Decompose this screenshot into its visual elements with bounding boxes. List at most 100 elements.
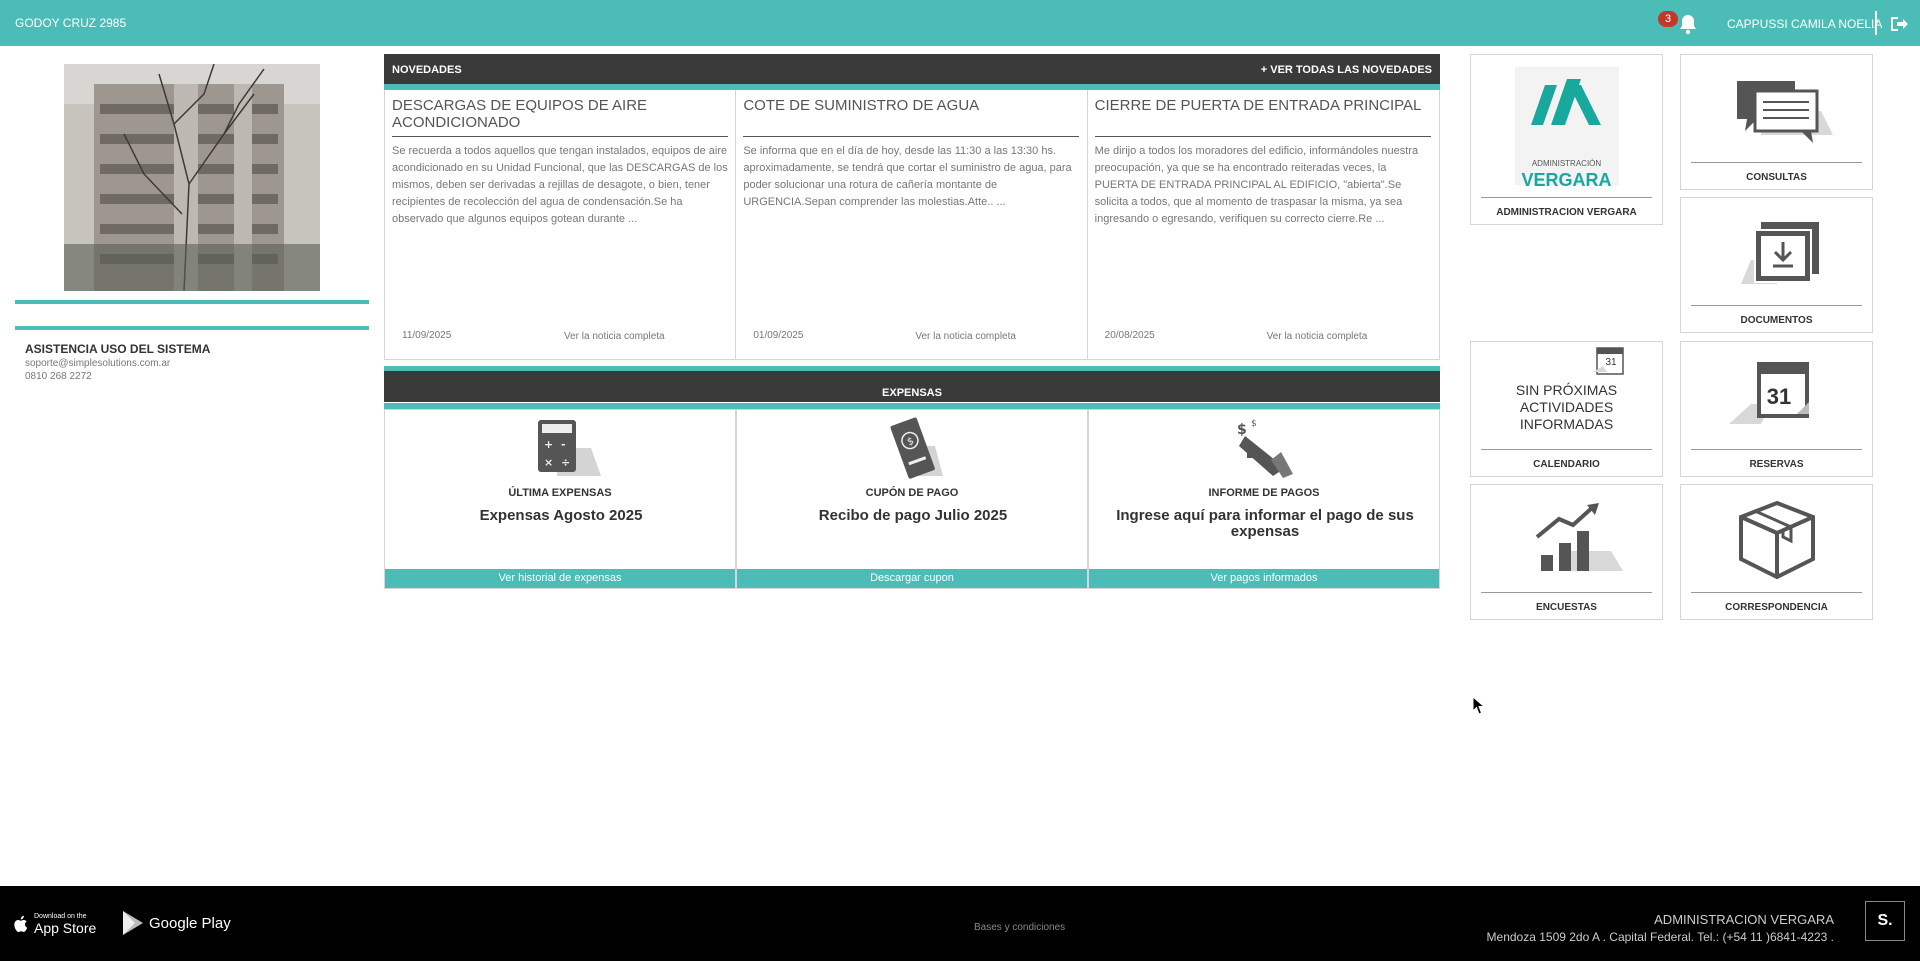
footer-admin-address: Mendoza 1509 2do A . Capital Federal. Te…: [1486, 930, 1834, 944]
svg-text:$: $: [1251, 419, 1257, 429]
google-play-text: Google Play: [149, 914, 231, 932]
coupon-label: CUPÓN DE PAGO: [865, 487, 959, 499]
tile-label-calendario: CALENDARIO: [1533, 459, 1600, 470]
box-icon: [1739, 500, 1815, 580]
coupon-value[interactable]: Recibo de pago Julio 2025: [757, 508, 1069, 524]
building-name: GODOY CRUZ 2985: [15, 16, 127, 30]
tile-divider: [1481, 592, 1652, 593]
tile-label-documentos: DOCUMENTOS: [1740, 315, 1813, 326]
svg-text:÷: ÷: [561, 456, 570, 469]
news-title[interactable]: CIERRE DE PUERTA DE ENTRADA PRINCIPAL: [1095, 97, 1431, 114]
app-store-badge[interactable]: Download on the App Store: [14, 913, 96, 935]
news-date: 01/09/2025: [753, 330, 804, 341]
logout-icon[interactable]: [1889, 15, 1909, 33]
admin-logo-name: VERGARA: [1521, 170, 1612, 190]
chat-icon: [1737, 81, 1833, 143]
user-name[interactable]: CAPPUSSI CAMILA NOELIA: [1727, 17, 1882, 31]
news-read-more-link[interactable]: Ver la noticia completa: [915, 331, 1016, 342]
tile-correspondencia[interactable]: CORRESPONDENCIA: [1680, 484, 1873, 620]
support-email[interactable]: soporte@simplesolutions.com.ar: [25, 358, 170, 369]
novedades-header: NOVEDADES + VER TODAS LAS NOVEDADES: [384, 54, 1440, 84]
view-payments-button[interactable]: Ver pagos informados: [1089, 569, 1439, 588]
topbar-divider: [1875, 11, 1877, 35]
megaphone-icon: $ $: [1237, 419, 1293, 478]
calendar-day: 31: [1605, 357, 1617, 368]
tile-label-reservas: RESERVAS: [1749, 459, 1804, 470]
calendar-empty-text: SIN PRÓXIMAS ACTIVIDADES INFORMADAS: [1515, 382, 1618, 432]
reservas-day: 31: [1766, 384, 1792, 409]
support-title: ASISTENCIA USO DEL SISTEMA: [25, 342, 211, 356]
calculator-icon: + - × ÷: [538, 420, 601, 476]
tile-label-encuestas: ENCUESTAS: [1536, 602, 1597, 613]
tile-label-consultas: CONSULTAS: [1746, 172, 1807, 183]
tile-divider: [1691, 592, 1862, 593]
svg-text:×: ×: [544, 456, 553, 469]
novedades-title: NOVEDADES: [392, 64, 462, 76]
tile-divider: [1481, 449, 1652, 450]
left-divider-bottom: [15, 326, 369, 330]
news-divider: [1094, 136, 1431, 137]
tile-divider: [1691, 162, 1862, 163]
news-date: 11/09/2025: [402, 330, 452, 341]
download-coupon-button[interactable]: Descargar cupon: [737, 569, 1087, 588]
news-title[interactable]: COTE DE SUMINISTRO DE AGUA: [743, 97, 1079, 114]
expensas-card-last[interactable]: + - × ÷ ÚLTIMA EXPENSAS Expensas Agosto 20…: [384, 409, 736, 589]
tile-consultas[interactable]: CONSULTAS: [1680, 54, 1873, 190]
tile-divider: [1691, 449, 1862, 450]
top-bar: GODOY CRUZ 2985 3 CAPPUSSI CAMILA NOELIA: [0, 0, 1920, 46]
news-title[interactable]: DESCARGAS DE EQUIPOS DE AIRE ACONDICIONA…: [392, 97, 728, 131]
news-card[interactable]: DESCARGAS DE EQUIPOS DE AIRE ACONDICIONA…: [385, 90, 737, 359]
news-read-more-link[interactable]: Ver la noticia completa: [564, 331, 665, 342]
terms-link[interactable]: Bases y condiciones: [974, 922, 1065, 933]
expensas-header: EXPENSAS: [384, 366, 1440, 402]
tile-label-administracion: ADMINISTRACION VERGARA: [1496, 207, 1637, 218]
payments-report-value[interactable]: Ingrese aquí para informar el pago de su…: [1109, 508, 1421, 540]
last-expensas-value[interactable]: Expensas Agosto 2025: [405, 508, 717, 524]
support-phone: 0810 268 2272: [25, 371, 92, 382]
tile-reservas[interactable]: 31 RESERVAS: [1680, 341, 1873, 477]
tile-documentos[interactable]: DOCUMENTOS: [1680, 197, 1873, 333]
footer-admin-name: ADMINISTRACION VERGARA: [1654, 912, 1834, 927]
footer: Download on the App Store Google Play Ba…: [0, 886, 1920, 961]
bell-icon[interactable]: [1676, 12, 1700, 36]
tile-label-correspondencia: CORRESPONDENCIA: [1725, 602, 1828, 613]
chart-up-icon: [1535, 503, 1623, 571]
novedades-list: DESCARGAS DE EQUIPOS DE AIRE ACONDICIONA…: [384, 90, 1440, 360]
tile-divider: [1481, 197, 1652, 198]
mouse-cursor-icon: [1472, 696, 1486, 715]
svg-text:$: $: [1237, 422, 1247, 438]
news-divider: [392, 136, 728, 137]
news-card[interactable]: CIERRE DE PUERTA DE ENTRADA PRINCIPAL Me…: [1088, 90, 1439, 359]
news-date: 20/08/2025: [1104, 330, 1155, 341]
news-divider: [743, 136, 1080, 137]
coupon-icon: $: [890, 417, 943, 479]
google-play-badge[interactable]: Google Play: [121, 910, 231, 936]
view-all-news-link[interactable]: + VER TODAS LAS NOVEDADES: [1261, 64, 1432, 76]
app-store-text: App Store: [34, 920, 97, 936]
news-read-more-link[interactable]: Ver la noticia completa: [1267, 331, 1368, 342]
left-divider-top: [15, 300, 369, 304]
expensas-history-button[interactable]: Ver historial de expensas: [385, 569, 735, 588]
tile-calendario[interactable]: 31 SIN PRÓXIMAS ACTIVIDADES INFORMADAS C…: [1470, 341, 1663, 477]
svg-text:+: +: [544, 438, 553, 451]
svg-text:-: -: [561, 438, 566, 451]
news-card[interactable]: COTE DE SUMINISTRO DE AGUA Se informa qu…: [736, 90, 1088, 359]
admin-logo-caption: ADMINISTRACIÓN: [1531, 159, 1602, 168]
news-body: Se recuerda a todos aquellos que tengan …: [392, 145, 728, 225]
payments-report-label: INFORME DE PAGOS: [1208, 487, 1320, 499]
last-expensas-label: ÚLTIMA EXPENSAS: [508, 487, 612, 499]
folder-download-icon: [1741, 222, 1819, 284]
tile-encuestas[interactable]: ENCUESTAS: [1470, 484, 1663, 620]
apple-icon: [14, 915, 28, 932]
expensas-card-coupon[interactable]: $ CUPÓN DE PAGO Recibo de pago Julio 202…: [736, 409, 1088, 589]
news-body: Se informa que en el día de hoy, desde l…: [743, 145, 1072, 208]
expensas-cards: + - × ÷ ÚLTIMA EXPENSAS Expensas Agosto 20…: [384, 409, 1440, 589]
expensas-card-payments[interactable]: $ $ INFORME DE PAGOS Ingrese aquí para i…: [1088, 409, 1440, 589]
tile-divider: [1691, 305, 1862, 306]
simple-solutions-logo[interactable]: S.: [1865, 901, 1905, 941]
tile-administracion[interactable]: ADMINISTRACIÓN VERGARA ADMINISTRACION VE…: [1470, 54, 1663, 225]
news-body: Me dirijo a todos los moradores del edif…: [1094, 145, 1419, 225]
building-photo: [64, 64, 320, 291]
google-play-icon: [123, 911, 143, 935]
notification-badge[interactable]: 3: [1658, 11, 1678, 27]
